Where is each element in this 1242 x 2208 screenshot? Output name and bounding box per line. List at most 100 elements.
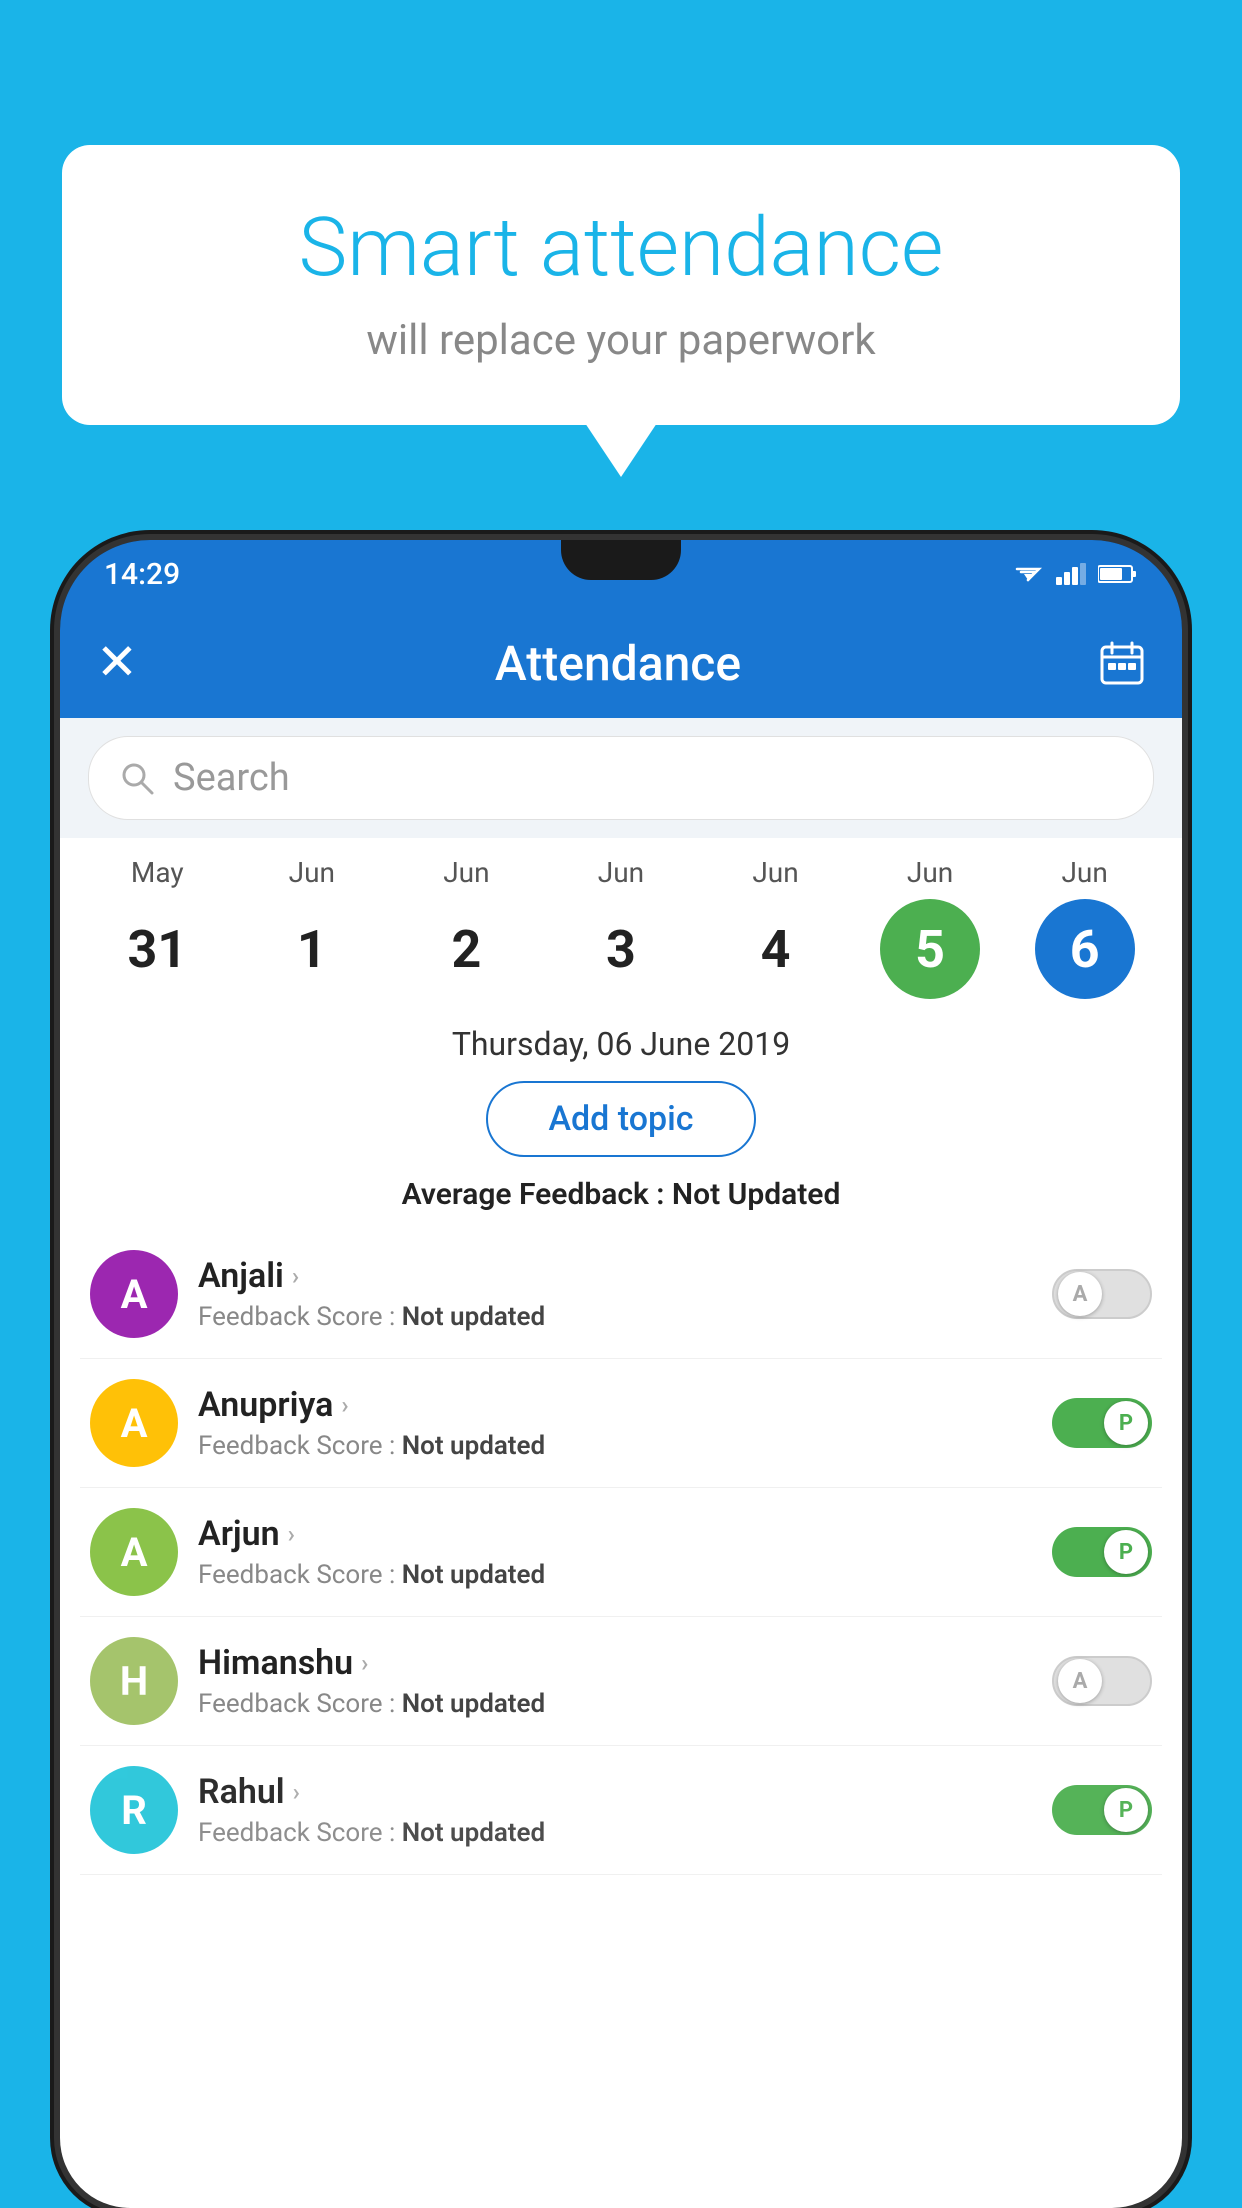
selected-date-label: Thursday, 06 June 2019: [60, 1009, 1182, 1073]
feedback-score-1: Feedback Score : Not updated: [198, 1431, 1032, 1461]
avatar-2: A: [90, 1508, 178, 1596]
student-name-0[interactable]: Anjali ›: [198, 1256, 1032, 1296]
cal-month-1: Jun: [289, 856, 335, 889]
calendar-day-3[interactable]: Jun 3: [556, 856, 686, 999]
feedback-value-4: Not updated: [402, 1818, 545, 1848]
feedback-score-0: Feedback Score : Not updated: [198, 1302, 1032, 1332]
calendar-day-0[interactable]: May 31: [92, 856, 222, 999]
feedback-value-2: Not updated: [402, 1560, 545, 1590]
toggle-0[interactable]: A: [1052, 1269, 1152, 1319]
feedback-value-0: Not updated: [402, 1302, 545, 1332]
avatar-3: H: [90, 1637, 178, 1725]
close-button[interactable]: ✕: [96, 638, 138, 688]
toggle-container-2[interactable]: P: [1052, 1527, 1152, 1577]
toggle-container-4[interactable]: P: [1052, 1785, 1152, 1835]
search-placeholder: Search: [173, 756, 290, 800]
avatar-1: A: [90, 1379, 178, 1467]
toggle-2[interactable]: P: [1052, 1527, 1152, 1577]
toggle-1[interactable]: P: [1052, 1398, 1152, 1448]
cal-date-4[interactable]: 4: [726, 899, 826, 999]
student-info-1: Anupriya › Feedback Score : Not updated: [198, 1385, 1032, 1461]
feedback-score-4: Feedback Score : Not updated: [198, 1818, 1032, 1848]
avg-feedback-value: Not Updated: [672, 1177, 840, 1212]
cal-month-3: Jun: [598, 856, 644, 889]
avg-feedback: Average Feedback : Not Updated: [60, 1173, 1182, 1230]
feedback-score-2: Feedback Score : Not updated: [198, 1560, 1032, 1590]
student-info-4: Rahul › Feedback Score : Not updated: [198, 1772, 1032, 1848]
chevron-icon-3: ›: [361, 1649, 368, 1677]
student-item-4: R Rahul › Feedback Score : Not updated P: [80, 1746, 1162, 1875]
toggle-container-1[interactable]: P: [1052, 1398, 1152, 1448]
avatar-4: R: [90, 1766, 178, 1854]
student-info-3: Himanshu › Feedback Score : Not updated: [198, 1643, 1032, 1719]
wifi-icon: [1012, 562, 1044, 586]
cal-month-5: Jun: [907, 856, 953, 889]
toggle-knob-3: A: [1058, 1659, 1102, 1703]
bubble-title: Smart attendance: [122, 200, 1120, 296]
add-topic-btn: Add topic: [60, 1073, 1182, 1173]
status-time: 14:29: [104, 557, 180, 592]
calendar-day-6[interactable]: Jun 6: [1020, 856, 1150, 999]
phone-screen: Search May 31 Jun 1 Jun 2 Jun 3 Jun 4 Jun 5 Jun 6 Thu…: [60, 718, 1182, 2208]
search-bar[interactable]: Search: [88, 736, 1154, 820]
student-info-2: Arjun › Feedback Score : Not updated: [198, 1514, 1032, 1590]
avatar-0: A: [90, 1250, 178, 1338]
status-bar: 14:29: [60, 540, 1182, 608]
cal-date-3[interactable]: 3: [571, 899, 671, 999]
student-item-0: A Anjali › Feedback Score : Not updated A: [80, 1230, 1162, 1359]
add-topic-button[interactable]: Add topic: [486, 1081, 755, 1157]
notch: [561, 540, 681, 580]
battery-icon: [1098, 564, 1138, 584]
chevron-icon-4: ›: [293, 1778, 300, 1806]
cal-date-2[interactable]: 2: [416, 899, 516, 999]
phone-frame: 14:29 ✕ Attendance: [60, 540, 1182, 2208]
toggle-4[interactable]: P: [1052, 1785, 1152, 1835]
chevron-icon-2: ›: [288, 1520, 295, 1548]
cal-date-5[interactable]: 5: [880, 899, 980, 999]
calendar-day-1[interactable]: Jun 1: [247, 856, 377, 999]
chevron-icon-1: ›: [341, 1391, 348, 1419]
feedback-value-1: Not updated: [402, 1431, 545, 1461]
cal-month-4: Jun: [752, 856, 798, 889]
cal-date-1[interactable]: 1: [262, 899, 362, 999]
calendar-day-2[interactable]: Jun 2: [401, 856, 531, 999]
app-bar: ✕ Attendance: [60, 608, 1182, 718]
toggle-container-3[interactable]: A: [1052, 1656, 1152, 1706]
feedback-score-3: Feedback Score : Not updated: [198, 1689, 1032, 1719]
speech-bubble-container: Smart attendance will replace your paper…: [62, 145, 1180, 425]
student-info-0: Anjali › Feedback Score : Not updated: [198, 1256, 1032, 1332]
student-item-3: H Himanshu › Feedback Score : Not updated A: [80, 1617, 1162, 1746]
avg-feedback-label: Average Feedback :: [402, 1177, 672, 1212]
search-icon: [119, 760, 155, 796]
speech-bubble: Smart attendance will replace your paper…: [62, 145, 1180, 425]
status-icons: [1012, 562, 1138, 586]
cal-month-0: May: [131, 856, 184, 889]
student-item-1: A Anupriya › Feedback Score : Not updated P: [80, 1359, 1162, 1488]
toggle-knob-4: P: [1104, 1788, 1148, 1832]
chevron-icon-0: ›: [292, 1262, 299, 1290]
calendar-day-5[interactable]: Jun 5: [865, 856, 995, 999]
student-name-2[interactable]: Arjun ›: [198, 1514, 1032, 1554]
feedback-value-3: Not updated: [402, 1689, 545, 1719]
cal-date-6[interactable]: 6: [1035, 899, 1135, 999]
toggle-knob-1: P: [1104, 1401, 1148, 1445]
toggle-knob-2: P: [1104, 1530, 1148, 1574]
cal-month-6: Jun: [1061, 856, 1107, 889]
cal-date-0[interactable]: 31: [107, 899, 207, 999]
toggle-container-0[interactable]: A: [1052, 1269, 1152, 1319]
student-item-2: A Arjun › Feedback Score : Not updated P: [80, 1488, 1162, 1617]
calendar-day-4[interactable]: Jun 4: [711, 856, 841, 999]
toggle-3[interactable]: A: [1052, 1656, 1152, 1706]
cal-month-2: Jun: [443, 856, 489, 889]
bubble-subtitle: will replace your paperwork: [122, 316, 1120, 365]
student-list: AAnjali ›Feedback Score : Not updatedAAA…: [60, 1230, 1182, 1875]
student-name-3[interactable]: Himanshu ›: [198, 1643, 1032, 1683]
student-name-4[interactable]: Rahul ›: [198, 1772, 1032, 1812]
calendar-strip: May 31 Jun 1 Jun 2 Jun 3 Jun 4 Jun 5 Jun 6: [60, 838, 1182, 1009]
app-bar-title: Attendance: [168, 635, 1068, 692]
search-bar-container: Search: [60, 718, 1182, 838]
toggle-knob-0: A: [1058, 1272, 1102, 1316]
student-name-1[interactable]: Anupriya ›: [198, 1385, 1032, 1425]
calendar-icon[interactable]: [1098, 639, 1146, 687]
signal-icon: [1056, 563, 1086, 585]
